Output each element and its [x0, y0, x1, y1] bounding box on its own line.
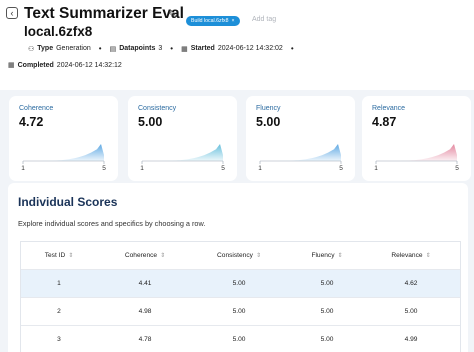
separator: •	[98, 44, 102, 53]
distribution-area	[260, 144, 341, 161]
edit-icon[interactable]: ✎	[168, 8, 177, 21]
table-cell: 4.98	[138, 308, 152, 315]
calendar-icon: ▦	[8, 62, 15, 69]
table-cell: 2	[57, 308, 61, 315]
column-header[interactable]: Fluency ⇕	[287, 242, 367, 270]
scores-table: Test ID ⇕ Coherence ⇕ Consistency ⇕ Fluency ⇕ Re…	[20, 241, 461, 352]
sort-icon[interactable]: ⇕	[68, 253, 73, 259]
meta-row: ⚇ Type Generation • ▤ Datapoints 3 • ▦ S…	[28, 44, 302, 53]
column-header-label: Consistency	[217, 252, 253, 259]
table-cell: 4.99	[404, 336, 418, 343]
sort-icon[interactable]: ⇕	[256, 253, 261, 259]
column-header-label: Coherence	[124, 252, 158, 259]
column-header[interactable]: Test ID ⇕	[19, 242, 99, 270]
column-header[interactable]: Consistency ⇕	[199, 242, 279, 270]
sort-icon[interactable]: ⇕	[338, 253, 343, 259]
table-row[interactable]: 2 4.98 5.00 5.00 5.00	[21, 298, 460, 326]
sort-icon[interactable]: ⇕	[426, 253, 431, 259]
sort-icon[interactable]: ⇕	[160, 253, 165, 259]
axis-max-label: 5	[455, 165, 459, 172]
distribution-area	[376, 144, 457, 161]
meta-type-label: Type	[37, 45, 54, 52]
axis-min-label: 1	[140, 165, 144, 172]
metric-card-consistency[interactable]: 1 5 Consistency 5.00	[128, 96, 237, 181]
calendar-icon: ▦	[181, 45, 188, 53]
individual-scores-panel: Individual Scores Explore individual sco…	[8, 183, 468, 352]
back-icon[interactable]: ‹	[6, 7, 18, 19]
table-cell: 3	[57, 336, 61, 343]
meta-started-label: Started	[190, 45, 215, 52]
add-tag-input[interactable]: Add tag	[252, 16, 276, 23]
table-cell: 5.00	[232, 308, 246, 315]
separator: •	[290, 44, 294, 53]
metric-label: Relevance	[372, 105, 406, 112]
table-cell: 4.41	[138, 280, 152, 287]
header-bar: ‹ Text Summarizer Eval ✎ Build local.6zf…	[0, 0, 474, 90]
meta-completed: ▦ Completed 2024-06-12 14:32:12	[8, 61, 122, 70]
metric-card-relevance[interactable]: 1 5 Relevance 4.87	[362, 96, 471, 181]
axis-max-label: 5	[102, 165, 106, 172]
axis-min-label: 1	[21, 165, 25, 172]
table-cell: 5.00	[320, 336, 334, 343]
column-header-label: Relevance	[391, 252, 423, 259]
table-row[interactable]: 3 4.78 5.00 5.00 4.99	[21, 326, 460, 352]
table-cell: 5.00	[320, 308, 334, 315]
meta-datapoints-label: Datapoints	[119, 45, 156, 52]
metric-card-coherence[interactable]: 1 5 Coherence 4.72	[9, 96, 118, 181]
table-header-row: Test ID ⇕ Coherence ⇕ Consistency ⇕ Fluency ⇕ Re…	[21, 242, 460, 270]
table-cell: 4.62	[404, 280, 418, 287]
table-cell: 1	[57, 280, 61, 287]
column-header[interactable]: Relevance ⇕	[371, 242, 451, 270]
table-cell: 5.00	[404, 308, 418, 315]
page-subtitle: local.6zfx8	[24, 24, 93, 39]
metric-card-fluency[interactable]: 1 5 Fluency 5.00	[246, 96, 355, 181]
meta-type: ⚇ Type Generation	[28, 45, 91, 53]
axis-min-label: 1	[258, 165, 262, 172]
section-description: Explore individual scores and specifics …	[18, 219, 206, 228]
meta-datapoints-value: 3	[158, 45, 163, 52]
build-tag[interactable]: Build local.6zfx8 ×	[186, 16, 240, 26]
meta-started: ▦ Started 2024-06-12 14:32:02	[181, 45, 283, 53]
meta-completed-label: Completed	[17, 61, 54, 69]
table-cell: 4.78	[138, 336, 152, 343]
separator: •	[170, 44, 174, 53]
datapoints-icon: ▤	[109, 45, 117, 53]
page-title: Text Summarizer Eval	[24, 5, 184, 22]
metric-value: 4.87	[372, 115, 397, 129]
meta-datapoints: ▤ Datapoints 3	[110, 45, 163, 53]
column-header-label: Test ID	[44, 252, 66, 259]
table-cell: 5.00	[232, 336, 246, 343]
table-cell: 5.00	[320, 280, 334, 287]
table-cell: 5.00	[232, 280, 246, 287]
metric-label: Fluency	[256, 105, 281, 112]
metric-label: Coherence	[19, 105, 54, 112]
close-icon[interactable]: ×	[232, 18, 235, 24]
axis-max-label: 5	[339, 165, 343, 172]
metric-value: 5.00	[256, 115, 281, 129]
metric-value: 4.72	[19, 115, 44, 129]
build-tag-label: Build local.6zfx8	[191, 18, 229, 24]
meta-row: ▦ Completed 2024-06-12 14:32:12	[8, 61, 122, 70]
table-row[interactable]: 1 4.41 5.00 5.00 4.62	[21, 270, 460, 298]
column-header[interactable]: Coherence ⇕	[105, 242, 185, 270]
distribution-area	[142, 144, 223, 161]
meta-started-value: 2024-06-12 14:32:02	[217, 45, 283, 52]
meta-completed-value: 2024-06-12 14:32:12	[56, 61, 122, 69]
metric-label: Consistency	[138, 105, 177, 112]
column-header-label: Fluency	[311, 252, 335, 259]
axis-max-label: 5	[221, 165, 225, 172]
meta-type-value: Generation	[56, 45, 91, 52]
section-title: Individual Scores	[18, 195, 118, 209]
metric-value: 5.00	[138, 115, 163, 129]
distribution-area	[23, 144, 104, 161]
type-icon: ⚇	[28, 45, 35, 53]
axis-min-label: 1	[374, 165, 378, 172]
